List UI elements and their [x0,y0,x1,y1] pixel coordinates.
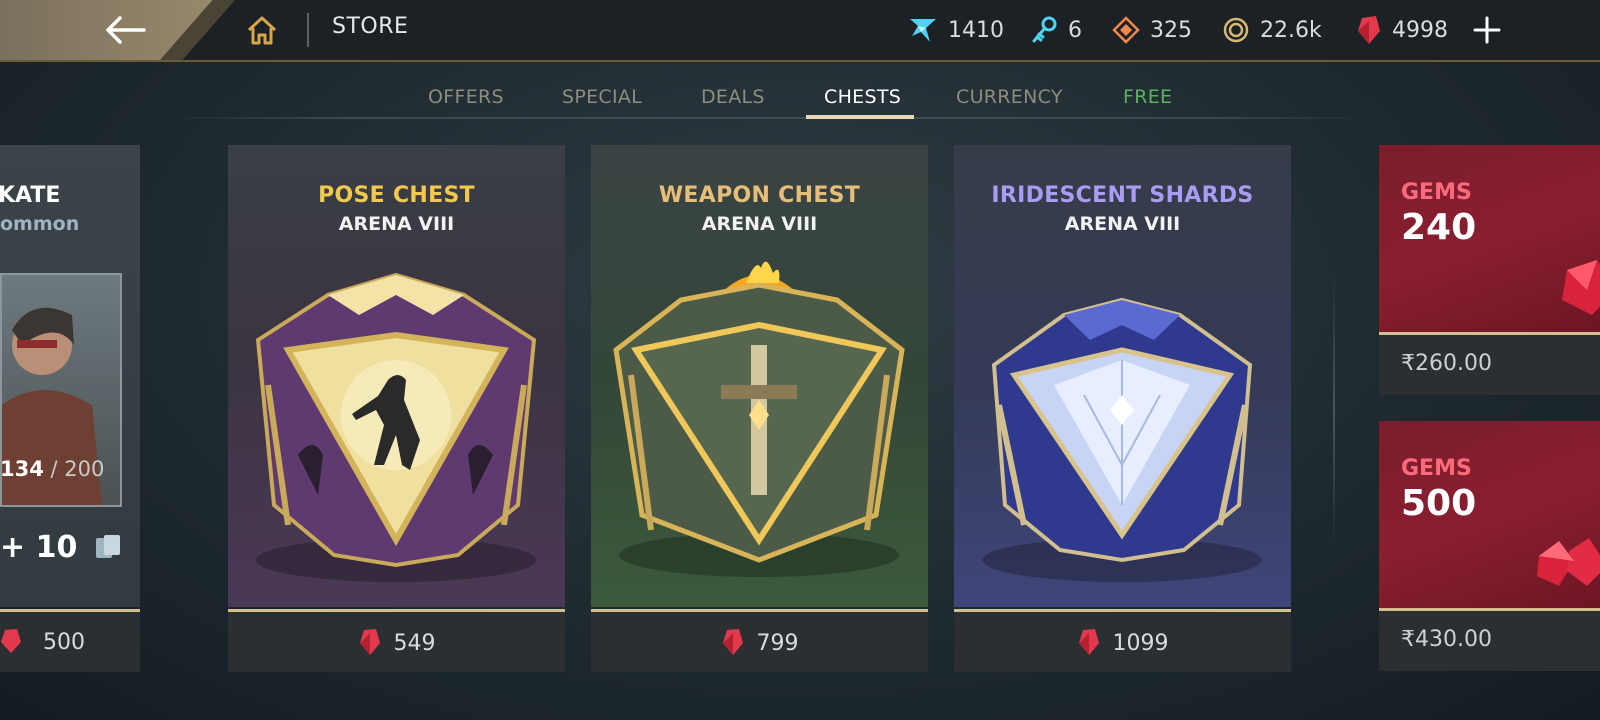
section-divider [1333,270,1335,550]
currency-tokens-value: 325 [1150,17,1192,43]
add-currency-button[interactable] [1470,13,1504,47]
gem-pile-icon [1562,260,1600,315]
tab-special[interactable]: SPECIAL [562,86,642,108]
currency-crystals-value: 1410 [948,17,1004,43]
cards-icon [95,535,120,558]
arrow-left-icon [106,16,146,44]
gem-pack-price-footer[interactable]: ₹260.00 [1379,332,1600,395]
character-card-footer: 500 [0,609,140,672]
currency-tokens[interactable]: 325 [1112,14,1192,46]
active-tab-indicator [806,115,914,119]
back-button[interactable] [100,10,150,50]
character-reward: + 10 [0,530,124,565]
chest-card-art: WEAPON CHEST ARENA VIII [591,145,928,607]
chest-price-footer[interactable]: 1099 [954,609,1291,672]
gem-pack-price: ₹260.00 [1401,351,1492,376]
reward-amount: 10 [35,530,78,565]
iridescent-shards-image [982,297,1262,582]
tab-currency[interactable]: CURRENCY [956,86,1063,108]
chest-price: 549 [228,628,565,656]
chest-price: 799 [591,628,928,656]
currency-crystals[interactable]: 1410 [908,14,1004,46]
gem-pack-art: GEMS 240 [1379,145,1600,332]
currency-coins[interactable]: 22.6k [1222,14,1322,46]
home-button[interactable] [245,13,279,47]
chest-price-value: 799 [756,631,799,656]
page-title: STORE [332,14,409,39]
character-name: KATE [0,183,61,208]
gem-icon [1078,629,1099,655]
tabs-divider [170,117,1370,119]
top-bar: STORE 1410 6 325 22.6k 4998 [0,0,1600,62]
gem-pack-card[interactable]: GEMS 500 ₹430.00 [1379,421,1600,671]
home-icon [247,16,277,45]
character-rarity: ommon [0,213,80,235]
gem-pile-icon [1537,538,1600,586]
header-divider [307,13,309,47]
diamond-token-icon [1112,16,1140,44]
gem-pack-price: ₹430.00 [1401,627,1492,652]
tab-chests[interactable]: CHESTS [824,86,901,108]
weapon-chest-image [613,261,905,577]
gem-icon [359,629,380,655]
key-icon [1032,16,1057,43]
character-card[interactable]: KATE ommon 134 / 200 + 10 500 [0,145,140,672]
currency-keys[interactable]: 6 [1030,14,1082,46]
chest-card-iridescent[interactable]: IRIDESCENT SHARDS ARENA VIII 1099 [954,145,1291,672]
chest-price-value: 1099 [1112,631,1169,656]
character-price-value: 500 [43,630,85,655]
currency-keys-value: 6 [1068,17,1082,43]
character-progress: 134 / 200 [0,457,104,481]
character-price: 500 [0,628,85,655]
chest-card-pose[interactable]: POSE CHEST ARENA VIII 549 [228,145,565,672]
plus-icon [1473,16,1501,44]
gem-pack-amount: 240 [1401,207,1477,248]
chest-price-value: 549 [393,631,436,656]
gem-icon [1,629,21,653]
crystal-icon [910,19,936,42]
gem-pack-label: GEMS [1401,180,1472,205]
gem-icon [722,629,743,655]
gem-pack-card[interactable]: GEMS 240 ₹260.00 [1379,145,1600,395]
gem-pack-art: GEMS 500 [1379,421,1600,608]
progress-total: / 200 [50,457,105,481]
character-card-art: KATE ommon 134 / 200 + 10 [0,145,140,607]
currency-gems-value: 4998 [1392,17,1448,43]
chest-price-footer[interactable]: 799 [591,609,928,672]
coin-icon [1223,17,1249,43]
tab-free[interactable]: FREE [1123,86,1172,108]
chest-card-art: IRIDESCENT SHARDS ARENA VIII [954,145,1291,607]
pose-chest-image [255,272,537,582]
gem-pack-price-footer[interactable]: ₹430.00 [1379,608,1600,671]
gem-pack-amount: 500 [1401,483,1477,524]
chest-price-footer[interactable]: 549 [228,609,565,672]
currency-coins-value: 22.6k [1260,17,1322,43]
gem-icon [1358,16,1380,44]
gem-pack-label: GEMS [1401,456,1472,481]
store-tabs: OFFERS SPECIAL DEALS CHESTS CURRENCY FRE… [0,80,1600,120]
chest-card-weapon[interactable]: WEAPON CHEST ARENA VIII 799 [591,145,928,672]
tab-offers[interactable]: OFFERS [428,86,504,108]
chest-card-art: POSE CHEST ARENA VIII [228,145,565,607]
chest-price: 1099 [954,628,1291,656]
currency-gems[interactable]: 4998 [1356,14,1448,46]
tab-deals[interactable]: DEALS [701,86,765,108]
progress-current: 134 [0,457,44,481]
